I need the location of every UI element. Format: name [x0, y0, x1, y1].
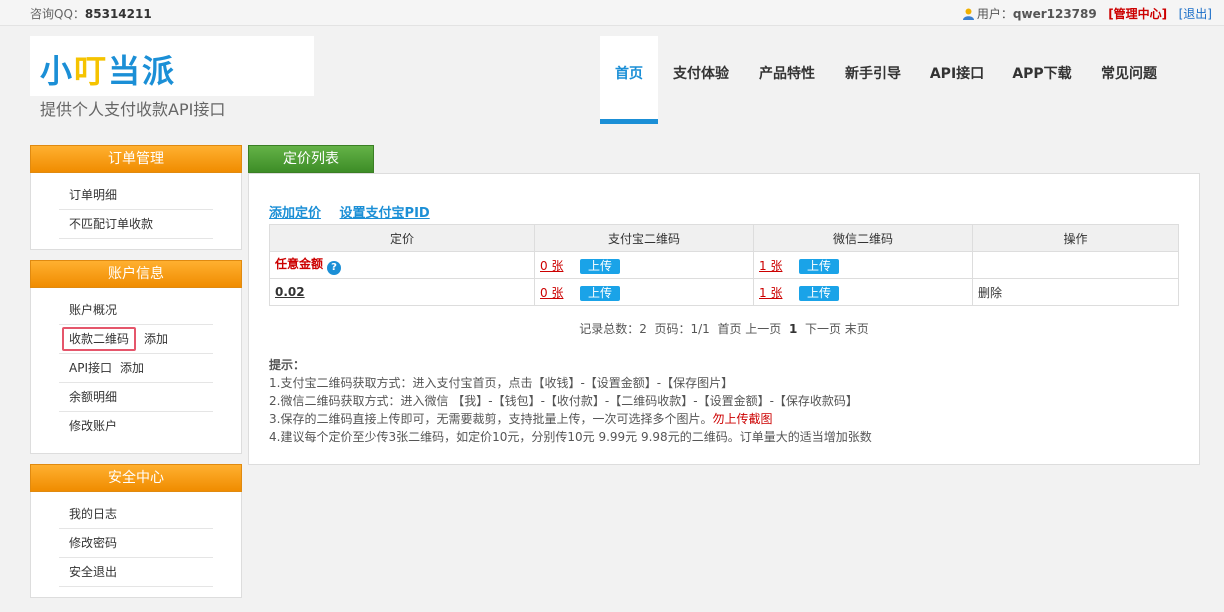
sidebar-item-qrcode-label[interactable]: 收款二维码: [62, 327, 137, 351]
username: qwer123789: [1012, 7, 1097, 21]
sidebar-item-api[interactable]: API接口 添加: [59, 354, 213, 383]
nav-guide[interactable]: 新手引导: [838, 36, 908, 124]
add-price-link[interactable]: 添加定价: [269, 206, 321, 221]
pager-page-label: 页码：: [654, 322, 691, 336]
sidebar-item-qrcode[interactable]: 收款二维码 添加: [59, 325, 213, 354]
sidebar-item-unmatched-orders[interactable]: 不匹配订单收款: [59, 210, 213, 239]
pager-first[interactable]: 首页: [717, 322, 741, 336]
cell-operation: 删除: [972, 278, 1179, 306]
cell-price: 任意金额?: [269, 251, 535, 279]
sidebar-item-balance[interactable]: 余额明细: [59, 383, 213, 412]
logo-char-1: 小: [40, 52, 75, 90]
wechat-upload-button[interactable]: 上传: [799, 258, 840, 274]
cell-price: 0.02: [269, 278, 535, 306]
sidebar-item-label: 修改账户: [69, 419, 118, 433]
logo[interactable]: 小叮当派: [30, 36, 314, 96]
top-bar: 咨询QQ：85314211 用户：qwer123789 [管理中心] [退出]: [0, 0, 1224, 26]
sidebar-api-add-link[interactable]: 添加: [120, 361, 144, 375]
pager-prev[interactable]: 上一页: [745, 322, 781, 336]
sidebar-account: 账户信息 账户概况 收款二维码 添加 API接口 添加 余额明细 修改账户: [30, 260, 242, 454]
nav-pay-demo[interactable]: 支付体验: [666, 36, 736, 124]
sidebar-item-my-log[interactable]: 我的日志: [59, 500, 213, 529]
logo-text: 小叮当派: [40, 46, 176, 92]
sidebar-item-safe-logout[interactable]: 安全退出: [59, 558, 213, 587]
qq-contact: 咨询QQ：85314211: [30, 5, 152, 22]
pager-current: 1: [788, 322, 798, 336]
sidebar-orders-title: 订单管理: [30, 145, 242, 173]
col-price: 定价: [269, 224, 535, 252]
sidebar-security: 安全中心 我的日志 修改密码 安全退出: [30, 464, 242, 598]
cell-wechat: 1 张上传: [753, 251, 973, 279]
table-row: 0.02 0 张上传 1 张上传 删除: [269, 278, 1179, 306]
action-links: 添加定价 设置支付宝PID: [269, 202, 444, 221]
wechat-count-link[interactable]: 1 张: [759, 257, 799, 274]
tip-warning: 勿上传截图: [712, 412, 773, 426]
sidebar-item-change-password[interactable]: 修改密码: [59, 529, 213, 558]
alipay-upload-button[interactable]: 上传: [580, 285, 621, 301]
col-alipay-qr: 支付宝二维码: [534, 224, 754, 252]
pager-page: 1/1: [690, 322, 710, 336]
user-bar: 用户：qwer123789 [管理中心] [退出]: [962, 5, 1212, 22]
set-alipay-pid-link[interactable]: 设置支付宝PID: [340, 206, 430, 221]
price-value-link[interactable]: 0.02: [275, 285, 305, 299]
alipay-upload-button[interactable]: 上传: [580, 258, 621, 274]
pager-total: 2: [639, 322, 647, 336]
tip-line: 3.保存的二维码直接上传即可，无需要裁剪，支持批量上传，一次可选择多个图片。勿上…: [269, 410, 872, 428]
help-icon[interactable]: ?: [327, 261, 342, 275]
price-list-panel: 添加定价 设置支付宝PID 定价 支付宝二维码 微信二维码 操作 任意金额? 0…: [248, 173, 1200, 465]
logo-char-3: 当派: [108, 52, 177, 90]
price-table: 定价 支付宝二维码 微信二维码 操作 任意金额? 0 张上传 1 张上传 0.0…: [269, 224, 1179, 306]
nav-api[interactable]: API接口: [924, 36, 990, 124]
admin-center-link[interactable]: [管理中心]: [1108, 7, 1167, 21]
cell-wechat: 1 张上传: [753, 278, 973, 306]
sidebar-item-label: API接口: [69, 361, 112, 375]
pager-total-label: 记录总数：: [579, 322, 640, 336]
qq-label: 咨询QQ：: [30, 7, 85, 21]
table-row: 任意金额? 0 张上传 1 张上传: [269, 251, 1179, 279]
price-any-amount: 任意金额: [275, 257, 324, 271]
wechat-count-link[interactable]: 1 张: [759, 284, 799, 301]
cell-operation: [972, 251, 1179, 279]
qq-number: 85314211: [84, 7, 152, 21]
sidebar-item-account-overview[interactable]: 账户概况: [59, 296, 213, 325]
sidebar-item-edit-account[interactable]: 修改账户: [59, 412, 213, 440]
pager-next[interactable]: 下一页: [805, 322, 841, 336]
tip-line: 4.建议每个定价至少传3张二维码，如定价10元，分别传10元 9.99元 9.9…: [269, 430, 872, 444]
tips-title: 提示：: [269, 358, 306, 372]
logout-link[interactable]: [退出]: [1179, 7, 1212, 21]
sidebar-item-order-detail[interactable]: 订单明细: [59, 181, 213, 210]
sidebar-qrcode-add-link[interactable]: 添加: [144, 332, 168, 346]
delete-link[interactable]: 删除: [978, 286, 1002, 300]
tips: 提示： 1.支付宝二维码获取方式：进入支付宝首页，点击【收钱】-【设置金额】-【…: [269, 356, 872, 446]
sidebar-security-title: 安全中心: [30, 464, 242, 492]
col-operation: 操作: [972, 224, 1179, 252]
sidebar-orders: 订单管理 订单明细 不匹配订单收款: [30, 145, 242, 250]
wechat-upload-button[interactable]: 上传: [799, 285, 840, 301]
table-header-row: 定价 支付宝二维码 微信二维码 操作: [269, 224, 1179, 252]
nav-faq[interactable]: 常见问题: [1094, 36, 1164, 124]
tip-line: 1.支付宝二维码获取方式：进入支付宝首页，点击【收钱】-【设置金额】-【保存图片…: [269, 376, 734, 390]
col-wechat-qr: 微信二维码: [753, 224, 973, 252]
tip-line-text: 3.保存的二维码直接上传即可，无需要裁剪，支持批量上传，一次可选择多个图片。: [269, 412, 713, 426]
tip-line: 2.微信二维码获取方式：进入微信 【我】-【钱包】-【收付款】-【二维码收款】-…: [269, 394, 858, 408]
cell-alipay: 0 张上传: [534, 251, 754, 279]
nav-home[interactable]: 首页: [600, 36, 658, 124]
alipay-count-link[interactable]: 0 张: [540, 257, 580, 274]
nav-features[interactable]: 产品特性: [752, 36, 822, 124]
tab-price-list[interactable]: 定价列表: [248, 145, 374, 173]
pager-last[interactable]: 末页: [845, 322, 869, 336]
sidebar-item-label: 余额明细: [69, 390, 118, 404]
logo-char-2: 叮: [74, 52, 109, 90]
user-icon: [962, 8, 974, 20]
sidebar-account-title: 账户信息: [30, 260, 242, 288]
pager: 记录总数：2 页码：1/1 首页 上一页 1 下一页 末页: [249, 320, 1199, 337]
alipay-count-link[interactable]: 0 张: [540, 284, 580, 301]
slogan: 提供个人支付收款API接口: [40, 100, 226, 119]
cell-alipay: 0 张上传: [534, 278, 754, 306]
nav-app-download[interactable]: APP下载: [1006, 36, 1078, 124]
user-label: 用户：: [976, 7, 1013, 21]
sidebar-item-label: 账户概况: [69, 303, 118, 317]
